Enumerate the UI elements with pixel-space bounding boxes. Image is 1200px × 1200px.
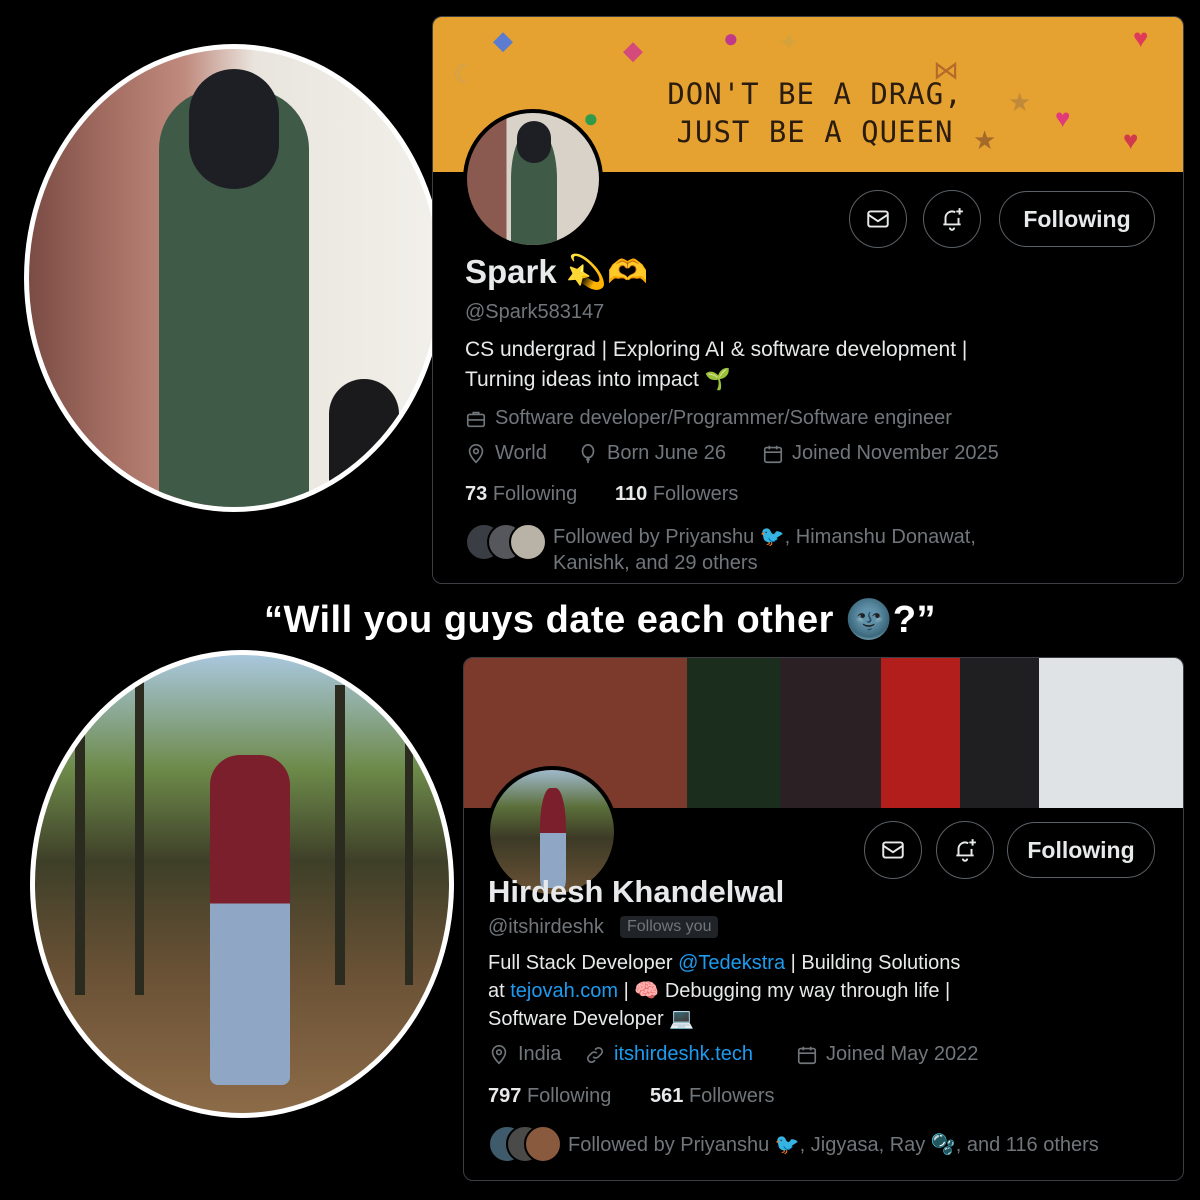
website-link[interactable]: itshirdeshk.tech [614,1043,753,1066]
briefcase-icon [466,411,486,427]
following-label: Following [492,483,578,505]
banner-slogan-line: DON'T BE A DRAG, [667,77,963,111]
display-name: Spark 💫🫶 [465,253,649,290]
followed-by-text[interactable]: Followed by Priyanshu 🐦, Himanshu Donawa… [553,524,1173,576]
following-count: 797 [488,1085,522,1107]
joined-text: Joined May 2022 [826,1043,979,1065]
birthday-text: Born June 26 [607,442,726,464]
followed-by-avatars[interactable] [465,523,555,565]
location-text: India [518,1043,562,1065]
message-button[interactable] [849,190,907,248]
location-pin-icon [491,1044,507,1064]
heart-sticker: ♥ [1055,103,1071,133]
joined-meta: Joined May 2022 [796,1043,978,1066]
star-sticker: ★ [1008,87,1032,117]
bio-line: Turning ideas into impact 🌱 [465,368,731,391]
following-count: 73 [465,483,488,505]
profession-meta: Software developer/Programmer/Software e… [465,407,952,430]
bell-plus-icon [943,208,963,231]
bio-text: | Building Solutions [785,952,961,974]
profile-photo-large-spark [24,44,444,512]
follows-you-badge: Follows you [620,916,719,938]
bio-line: at tejovah.com | 🧠 Debugging my way thro… [488,977,1168,1005]
followers-count: 110 [615,483,648,505]
location-pin-icon [468,443,484,463]
star-sticker: ✦ [778,27,800,57]
following-label: Following [526,1085,612,1107]
gem-sticker: ◆ [493,25,513,55]
profile-card-hirdesh: Following Hirdesh Khandelwal @itshirdesh… [463,657,1184,1181]
website-meta[interactable]: itshirdeshk.tech [584,1043,753,1066]
username-handle: @itshirdeshk [488,916,604,938]
bio-text: at [488,980,511,1002]
mail-icon [867,210,889,228]
hair-shape [189,69,279,189]
following-button[interactable]: Following [1007,822,1155,878]
profile-photo-large-hirdesh [30,650,454,1118]
username-handle: @Spark583147 [465,301,605,323]
followers-label: Followers [688,1085,775,1107]
followed-by-line: Kanishk, and 29 others [553,552,758,574]
avatar-figure [540,788,566,888]
mail-icon [882,841,904,859]
following-stat[interactable]: 797 Following [488,1085,611,1108]
avatar[interactable] [463,109,603,249]
banner-slogan-line: JUST BE A QUEEN [676,115,954,149]
location-meta: India [488,1043,561,1066]
following-button[interactable]: Following [999,191,1155,247]
calendar-icon [763,445,783,463]
profession-text: Software developer/Programmer/Software e… [495,407,952,429]
bio-mention-link[interactable]: @Tedekstra [678,952,785,974]
tree-trunk [335,685,345,985]
joined-meta: Joined November 2025 [762,442,999,465]
mini-avatar [524,1125,562,1163]
bio-text: Full Stack Developer [488,952,679,974]
tree-trunk [75,695,85,995]
location-meta: World [465,442,547,465]
bio-line: Software Developer 💻 [488,1008,695,1030]
followers-stat[interactable]: 110 Followers [615,483,738,506]
star-sticker: ★ [973,125,997,155]
followers-stat[interactable]: 561 Followers [650,1085,775,1108]
gem-sticker: ● [583,103,599,133]
gem-sticker: ● [723,23,739,53]
gem-sticker: ◆ [623,35,643,65]
following-stat[interactable]: 73 Following [465,483,577,506]
display-name: Hirdesh Khandelwal [488,874,785,909]
banner-slogan: DON'T BE A DRAG, JUST BE A QUEEN [665,75,965,151]
bio-line: CS undergrad | Exploring AI & software d… [465,338,968,361]
notifications-button[interactable] [923,190,981,248]
calendar-icon [797,1046,817,1064]
location-text: World [495,442,547,464]
joined-text: Joined November 2025 [792,442,999,464]
profile-card-spark: ☾ ◆ ● ◆ ● ✦ ⋈ ★ ♥ ♥ ★ ♥ DON'T BE A DRAG,… [432,16,1184,584]
birthday-meta: Born June 26 [577,442,726,465]
followers-label: Followers [652,483,739,505]
bell-plus-icon [956,839,976,862]
balloon-icon [581,443,595,463]
bio-line: Full Stack Developer @Tedekstra | Buildi… [488,949,1168,977]
link-icon [586,1046,604,1063]
profile-bio: Full Stack Developer @Tedekstra | Buildi… [488,949,1168,1033]
heart-sticker: ♥ [1123,125,1139,155]
followed-by-text[interactable]: Followed by Priyanshu 🐦, Jigyasa, Ray 🫧,… [568,1132,1178,1158]
followers-count: 561 [650,1085,684,1107]
tree-trunk [405,705,413,985]
moon-sticker: ☾ [453,59,477,89]
notifications-button[interactable] [936,821,994,879]
profile-bio: CS undergrad | Exploring AI & software d… [465,335,1165,395]
bio-website-link[interactable]: tejovah.com [510,980,618,1002]
person-silhouette [210,755,290,1085]
message-button[interactable] [864,821,922,879]
bio-text: | 🧠 Debugging my way through life | [618,980,951,1002]
avatar-hair [517,121,551,163]
followed-by-line: Followed by Priyanshu 🐦, Himanshu Donawa… [553,526,976,548]
tree-trunk [135,675,144,995]
heart-sticker: ♥ [1133,23,1149,53]
meme-caption: “Will you guys date each other 🌚?” [263,599,937,641]
followed-by-avatars[interactable] [488,1125,568,1167]
mini-avatar [509,523,547,561]
cat-silhouette [329,379,399,489]
